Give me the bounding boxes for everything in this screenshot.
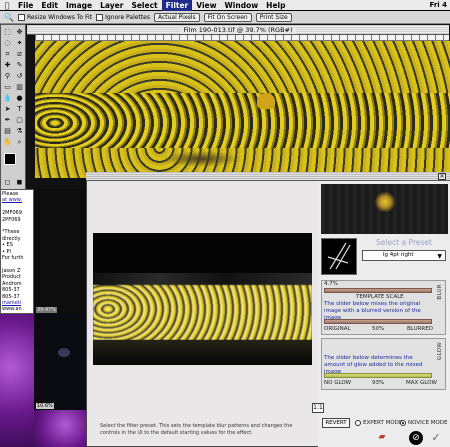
apple-menu-icon[interactable]:  xyxy=(0,0,14,11)
zoom-level-readout-2: 10.6% xyxy=(36,403,54,409)
marquee-tool-icon[interactable]: ⬚ xyxy=(2,27,13,37)
glow-right-label: MAX GLOW xyxy=(406,380,437,386)
path-select-icon[interactable]: ➤ xyxy=(2,104,13,114)
zoom-level-readout: 39.47% xyxy=(36,307,58,313)
actual-pixels-button[interactable]: Actual Pixels xyxy=(153,12,200,22)
move-tool-icon[interactable]: ✥ xyxy=(14,27,25,37)
close-icon[interactable]: ✕ xyxy=(438,173,446,180)
text-document-window: Please at www. 2MF069 2PF069 *These dire… xyxy=(0,189,34,314)
preset-title: Select a Preset xyxy=(376,238,432,247)
glowing-ducks xyxy=(93,285,312,340)
dropdown-arrow-icon: ▼ xyxy=(437,253,442,260)
glow-value: 93% xyxy=(372,380,385,386)
pen-tool-icon[interactable]: ✒ xyxy=(2,115,13,125)
menu-image[interactable]: Image xyxy=(62,0,96,11)
actual-size-button[interactable]: 1:1 xyxy=(312,403,324,413)
menu-select[interactable]: Select xyxy=(127,0,161,11)
ok-checkmark-icon[interactable]: ✓ xyxy=(430,432,442,443)
dodge-tool-icon[interactable]: ● xyxy=(14,93,25,103)
history-brush-icon[interactable]: ↺ xyxy=(14,71,25,81)
blur-left-label: ORIGINAL xyxy=(324,326,351,332)
fit-on-screen-button[interactable]: Fit On Screen xyxy=(203,12,252,22)
glow-slider[interactable] xyxy=(324,373,432,378)
document-title: Film 190-013.tif @ 39.7% (RGB#) xyxy=(180,26,296,34)
ducks-photo-band xyxy=(35,93,450,148)
healing-brush-icon[interactable]: ✚ xyxy=(2,60,13,70)
foreground-color-swatch[interactable] xyxy=(4,153,16,165)
blur-value: 50% xyxy=(372,326,385,332)
template-scale-label: TEMPLATE SCALE xyxy=(356,294,404,300)
shape-tool-icon[interactable]: ▢ xyxy=(14,115,25,125)
zoom-tool-icon[interactable]: ⌕ xyxy=(14,137,25,147)
menubar-clock: Fri 4 xyxy=(429,1,448,9)
expert-mode-radio[interactable] xyxy=(355,420,361,426)
document-canvas[interactable] xyxy=(35,41,450,178)
options-bar: 🔍 Resize Windows To Fit Ignore Palettes … xyxy=(0,11,450,24)
blur-side-label: BLUR xyxy=(437,284,443,300)
background-document-window[interactable]: 39.47% xyxy=(34,189,86,314)
blur-tool-icon[interactable]: 💧 xyxy=(2,93,13,103)
menu-view[interactable]: View xyxy=(192,0,220,11)
template-scale-slider[interactable] xyxy=(324,288,432,293)
template-scale-value: 4.7% xyxy=(324,281,338,287)
brush-tool-icon[interactable]: ✎ xyxy=(14,60,25,70)
preset-pattern-icon xyxy=(321,238,357,275)
dialog-title-bar[interactable] xyxy=(86,172,450,181)
menu-file[interactable]: File xyxy=(14,0,37,11)
glow-left-label: NO GLOW xyxy=(324,380,352,386)
crop-tool-icon[interactable]: ⌗ xyxy=(2,49,13,59)
photo-ball xyxy=(58,348,70,357)
gradient-tool-icon[interactable]: ▥ xyxy=(14,82,25,92)
filter-preview[interactable] xyxy=(93,233,312,365)
document-title-bar[interactable]: Film 190-013.tif @ 39.7% (RGB#) xyxy=(27,25,449,35)
menu-edit[interactable]: Edit xyxy=(37,0,62,11)
preset-thumbnail xyxy=(321,184,448,234)
slice-tool-icon[interactable]: ⧄ xyxy=(14,49,25,59)
lasso-tool-icon[interactable]: ◌ xyxy=(2,38,13,48)
type-tool-icon[interactable]: T xyxy=(14,104,25,114)
magnifier-icon: 🔍 xyxy=(4,12,14,22)
desktop-wallpaper xyxy=(0,314,34,447)
menu-filter[interactable]: Filter xyxy=(161,0,193,11)
glow-side-label: GLOW xyxy=(437,342,443,361)
ignore-palettes-checkbox[interactable]: Ignore Palettes xyxy=(96,13,150,21)
background-document-window-2[interactable]: 10.6% xyxy=(34,314,86,410)
quickmask-mode-icon[interactable]: ◼ xyxy=(14,177,25,187)
blur-right-label: BLURRED xyxy=(407,326,433,332)
preset-select[interactable]: lg 4pt right ▼ xyxy=(362,250,446,261)
blur-slider[interactable] xyxy=(324,319,432,324)
folder-icon[interactable]: ▰ xyxy=(376,432,388,443)
hand-tool-icon[interactable]: ✋ xyxy=(2,137,13,147)
novice-mode-radio[interactable] xyxy=(400,420,406,426)
cancel-icon[interactable]: ⊘ xyxy=(409,431,423,445)
menu-window[interactable]: Window xyxy=(221,0,263,11)
help-text: Select the filter preset. This sets the … xyxy=(100,423,293,436)
magic-wand-tool-icon[interactable]: ✦ xyxy=(14,38,25,48)
duck-highlight xyxy=(257,93,275,109)
resize-windows-checkbox[interactable]: Resize Windows To Fit xyxy=(17,13,92,21)
novice-mode-label: NOVICE MODE xyxy=(408,420,448,426)
eraser-tool-icon[interactable]: ▭ xyxy=(2,82,13,92)
eyedropper-icon[interactable]: ⚗ xyxy=(14,126,25,136)
desktop-wallpaper-2 xyxy=(34,410,86,447)
menu-bar:  File Edit Image Layer Select Filter Vi… xyxy=(0,0,450,11)
toolbox: ⬚ ✥ ◌ ✦ ⌗ ⧄ ✚ ✎ ⚲ ↺ ▭ ▥ 💧 ● ➤ T ✒ ▢ ▤ ⚗ … xyxy=(0,24,26,209)
standard-mode-icon[interactable]: ◻ xyxy=(2,177,13,187)
notes-tool-icon[interactable]: ▤ xyxy=(2,126,13,136)
menu-layer[interactable]: Layer xyxy=(96,0,127,11)
print-size-button[interactable]: Print Size xyxy=(255,12,292,22)
expert-mode-label: EXPERT MODE xyxy=(363,420,403,426)
menu-help[interactable]: Help xyxy=(262,0,289,11)
revert-button[interactable]: REVERT xyxy=(322,418,350,428)
clone-stamp-icon[interactable]: ⚲ xyxy=(2,71,13,81)
